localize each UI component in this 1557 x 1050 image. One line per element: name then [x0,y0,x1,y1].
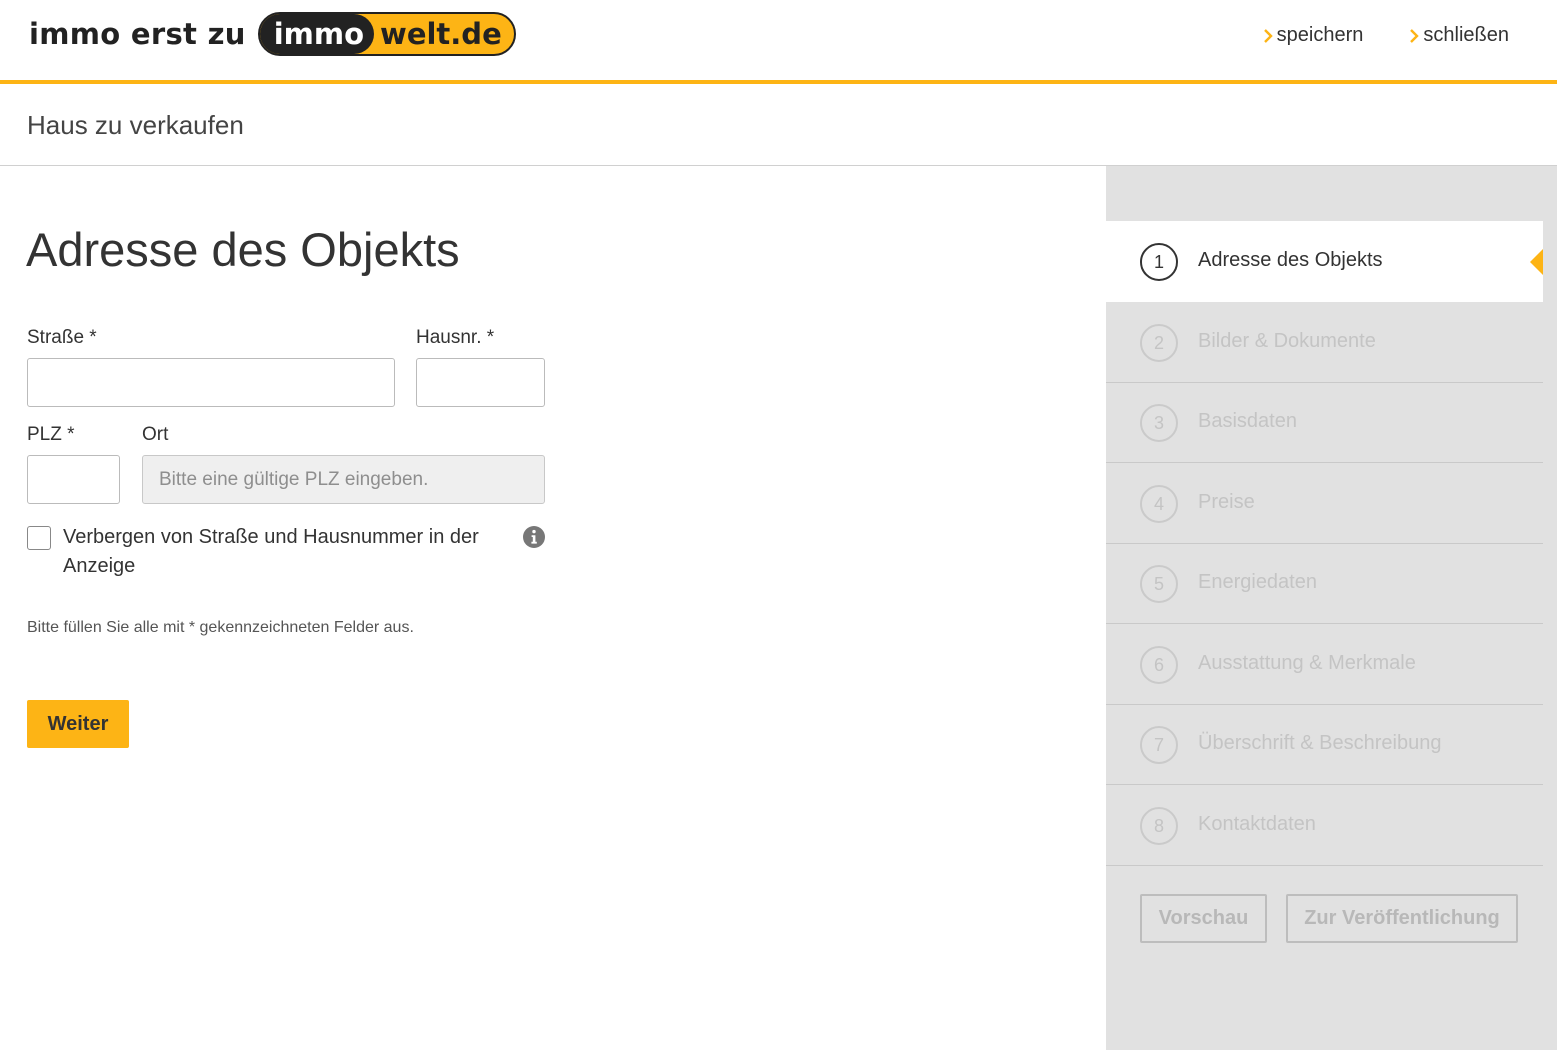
step-number: 6 [1140,646,1178,684]
step-label: Adresse des Objekts [1198,249,1383,271]
next-button[interactable]: Weiter [27,700,129,748]
step-number: 1 [1140,243,1178,281]
active-step-indicator-icon [1530,249,1543,275]
save-link[interactable]: speichern [1263,24,1364,47]
step-number: 3 [1140,404,1178,442]
steps-sidebar: 1 Adresse des Objekts 2 Bilder & Dokumen… [1106,166,1557,1050]
listing-type-title: Haus zu verkaufen [27,110,244,140]
step-prices[interactable]: 4 Preise [1106,463,1543,544]
step-number: 2 [1140,324,1178,362]
close-link-label: schließen [1423,24,1509,46]
step-energy-data[interactable]: 5 Energiedaten [1106,543,1543,624]
step-address[interactable]: 1 Adresse des Objekts [1106,221,1543,302]
address-form: Adresse des Objekts Straße * Hausnr. * P… [0,166,1106,1050]
step-label: Überschrift & Beschreibung [1198,732,1442,754]
step-contact-data[interactable]: 8 Kontaktdaten [1106,785,1543,866]
hide-address-checkbox[interactable] [27,526,51,550]
chevron-right-icon [1263,28,1273,43]
step-label: Preise [1198,491,1255,513]
top-header: immo erst zu immo welt.de speichern schl… [0,0,1557,84]
step-basic-data[interactable]: 3 Basisdaten [1106,382,1543,463]
subheader: Haus zu verkaufen [0,84,1557,166]
city-label: Ort [142,424,169,445]
brand-logo[interactable]: immo erst zu immo welt.de [29,12,516,56]
save-link-label: speichern [1276,24,1364,46]
step-label: Ausstattung & Merkmale [1198,652,1416,674]
brand-tagline: immo erst zu [29,17,246,51]
publish-button[interactable]: Zur Veröffentlichung [1286,894,1518,943]
step-label: Energiedaten [1198,571,1317,593]
step-label: Basisdaten [1198,410,1297,432]
required-fields-hint: Bitte füllen Sie alle mit * gekennzeichn… [27,619,414,636]
brand-name-light: welt.de [380,17,502,51]
zip-input[interactable] [27,455,120,504]
city-input[interactable] [142,455,545,504]
preview-button[interactable]: Vorschau [1140,894,1267,943]
step-number: 5 [1140,565,1178,603]
header-actions: speichern schließen [1263,24,1509,47]
house-number-label: Hausnr. * [416,327,495,348]
step-label: Bilder & Dokumente [1198,330,1376,352]
step-number: 4 [1140,485,1178,523]
step-title-description[interactable]: 7 Überschrift & Beschreibung [1106,704,1543,785]
step-number: 8 [1140,807,1178,845]
step-features[interactable]: 6 Ausstattung & Merkmale [1106,624,1543,705]
chevron-right-icon [1410,28,1420,43]
step-images-documents[interactable]: 2 Bilder & Dokumente [1106,302,1543,383]
hide-address-label[interactable]: Verbergen von Straße und Hausnummer in d… [63,523,503,581]
close-link[interactable]: schließen [1409,24,1509,47]
house-number-input[interactable] [416,358,545,407]
zip-label: PLZ * [27,424,75,445]
brand-pill: immo welt.de [257,12,516,56]
street-label: Straße * [27,327,97,348]
info-icon[interactable] [522,525,546,549]
street-input[interactable] [27,358,395,407]
page-title: Adresse des Objekts [26,223,460,276]
step-number: 7 [1140,726,1178,764]
brand-name-dark: immo [259,14,375,54]
step-label: Kontaktdaten [1198,813,1316,835]
